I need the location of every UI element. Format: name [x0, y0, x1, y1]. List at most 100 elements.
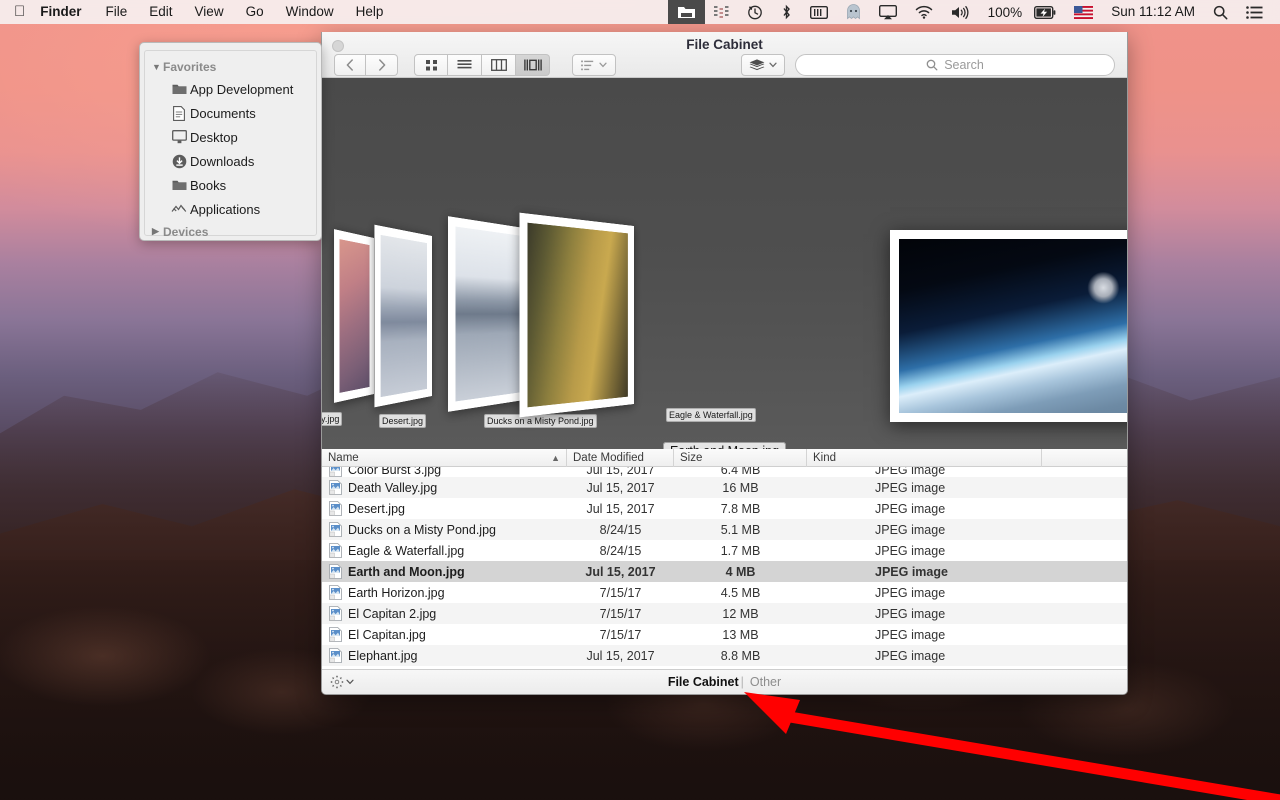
battery-percentage[interactable]: 100% — [979, 5, 1026, 20]
table-row[interactable]: Earth and Moon.jpgJul 15, 20174 MBJPEG i… — [322, 561, 1127, 582]
table-row[interactable]: El Capitan 2.jpg7/15/1712 MBJPEG image — [322, 603, 1127, 624]
table-row[interactable]: Desert.jpgJul 15, 20177.8 MBJPEG image — [322, 498, 1127, 519]
file-name-cell: Earth Horizon.jpg — [322, 585, 567, 600]
finder-toolbar: Search — [322, 52, 1127, 78]
file-size-cell: 16 MB — [674, 481, 807, 495]
menu-help[interactable]: Help — [345, 0, 395, 24]
menu-edit[interactable]: Edit — [138, 0, 183, 24]
menu-file[interactable]: File — [95, 0, 139, 24]
battery-drive-icon[interactable] — [801, 0, 837, 24]
file-date-cell: Jul 15, 2017 — [567, 502, 674, 516]
finder-sidebar-panel: ▼ Favorites App Development Documents De… — [139, 42, 322, 241]
file-name-cell: El Capitan 2.jpg — [322, 606, 567, 621]
disclosure-triangle-down-icon[interactable]: ▼ — [152, 62, 163, 72]
file-size-cell: 5.1 MB — [674, 523, 807, 537]
table-row[interactable]: Death Valley.jpgJul 15, 201716 MBJPEG im… — [322, 477, 1127, 498]
search-input[interactable]: Search — [795, 54, 1115, 76]
column-header-date-modified[interactable]: Date Modified — [567, 449, 674, 467]
file-kind-cell: JPEG image — [807, 649, 1042, 663]
macos-menu-bar:  Finder File Edit View Go Window Help — [0, 0, 1280, 24]
table-row[interactable]: Ducks on a Misty Pond.jpg8/24/155.1 MBJP… — [322, 519, 1127, 540]
sidebar-item-desktop[interactable]: Desktop — [145, 125, 316, 149]
table-row[interactable]: Earth Horizon.jpg7/15/174.5 MBJPEG image — [322, 582, 1127, 603]
file-date-cell: 8/24/15 — [567, 544, 674, 558]
file-size-cell: 1.7 MB — [674, 544, 807, 558]
jpeg-file-icon — [329, 467, 342, 477]
icon-view-button[interactable] — [414, 54, 448, 76]
file-name-cell: Color Burst 3.jpg — [322, 467, 567, 477]
file-name-label: Death Valley.jpg — [348, 481, 437, 495]
sidebar-section-label: Devices — [163, 225, 208, 239]
table-row[interactable]: Elephant.jpgJul 15, 20178.8 MBJPEG image — [322, 645, 1127, 666]
coverflow-selected-filename: Earth and Moon.jpg — [663, 442, 786, 449]
equalizer-icon[interactable] — [705, 0, 738, 24]
menu-go[interactable]: Go — [235, 0, 275, 24]
file-name-label: El Capitan 2.jpg — [348, 607, 436, 621]
list-view-button[interactable] — [448, 54, 482, 76]
menu-app-name[interactable]: Finder — [38, 0, 94, 24]
file-kind-cell: JPEG image — [807, 586, 1042, 600]
wifi-icon[interactable] — [906, 0, 942, 24]
jpeg-file-icon — [329, 585, 342, 600]
jpeg-file-icon — [329, 501, 342, 516]
airplay-icon[interactable] — [870, 0, 906, 24]
menu-view[interactable]: View — [184, 0, 235, 24]
stack-action-button[interactable] — [741, 54, 785, 76]
disclosure-triangle-right-icon[interactable]: ▶ — [152, 226, 163, 237]
arrange-by-button[interactable] — [572, 54, 616, 76]
window-title: File Cabinet — [322, 37, 1127, 52]
back-button[interactable] — [334, 54, 366, 76]
menu-window[interactable]: Window — [275, 0, 345, 24]
column-header-size[interactable]: Size — [674, 449, 807, 467]
menu-bar-clock[interactable]: Sun 11:12 AM — [1102, 0, 1204, 24]
folder-icon[interactable] — [668, 0, 705, 24]
file-kind-cell: JPEG image — [807, 607, 1042, 621]
battery-charging-icon[interactable] — [1025, 0, 1065, 24]
column-header-kind[interactable]: Kind — [807, 449, 1042, 467]
column-view-button[interactable] — [482, 54, 516, 76]
file-kind-cell: JPEG image — [807, 523, 1042, 537]
forward-button[interactable] — [366, 54, 398, 76]
file-list[interactable]: Color Burst 3.jpgJul 15, 20176.4 MBJPEG … — [322, 467, 1127, 669]
applications-icon — [168, 203, 190, 215]
apple-logo-icon[interactable]:  — [0, 0, 38, 24]
sidebar-item-downloads[interactable]: Downloads — [145, 149, 316, 173]
jpeg-file-icon — [329, 522, 342, 537]
file-kind-cell: JPEG image — [807, 628, 1042, 642]
path-separator: | — [739, 675, 746, 689]
sidebar-item-documents[interactable]: Documents — [145, 101, 316, 125]
chevron-down-icon — [769, 62, 777, 68]
sidebar-section-devices[interactable]: ▶ Devices — [145, 221, 316, 242]
coverflow-view-button[interactable] — [516, 54, 550, 76]
coverflow-selected-item[interactable] — [890, 230, 1127, 422]
sidebar-item-label: App Development — [190, 82, 293, 97]
downloads-icon — [168, 154, 190, 169]
volume-icon[interactable] — [942, 0, 979, 24]
file-name-cell: Eagle & Waterfall.jpg — [322, 543, 567, 558]
column-header-name[interactable]: Name ▲ — [322, 449, 567, 467]
menu-bar-status-items: 100% Sun 11:12 AM — [668, 0, 1280, 24]
ghost-icon[interactable] — [837, 0, 870, 24]
file-name-label: Ducks on a Misty Pond.jpg — [348, 523, 496, 537]
coverflow-item-eagle-waterfall[interactable]: Eagle & Waterfall.jpg — [504, 226, 634, 404]
time-machine-icon[interactable] — [738, 0, 772, 24]
file-size-cell: 13 MB — [674, 628, 807, 642]
notification-center-icon[interactable] — [1237, 0, 1272, 24]
table-row[interactable]: Eagle & Waterfall.jpg8/24/151.7 MBJPEG i… — [322, 540, 1127, 561]
thumbnail-desert — [381, 235, 427, 397]
file-name-label: Earth and Moon.jpg — [348, 565, 465, 579]
coverflow-view[interactable]: y.jpg Desert.jpg Ducks on a Misty Pond.j… — [322, 78, 1127, 449]
coverflow-item-desert[interactable]: Desert.jpg — [350, 236, 432, 396]
table-row[interactable]: Color Burst 3.jpgJul 15, 20176.4 MBJPEG … — [322, 467, 1127, 477]
toolbar-right-group: Search — [741, 54, 1115, 76]
thumbnail-earth-and-moon — [899, 239, 1127, 413]
sidebar-item-app-development[interactable]: App Development — [145, 77, 316, 101]
sidebar-item-applications[interactable]: Applications — [145, 197, 316, 221]
sidebar-section-favorites[interactable]: ▼ Favorites — [145, 56, 316, 77]
us-flag-icon[interactable] — [1065, 0, 1102, 24]
search-icon[interactable] — [1204, 0, 1237, 24]
table-row[interactable]: El Capitan.jpg7/15/1713 MBJPEG image — [322, 624, 1127, 645]
bluetooth-icon[interactable] — [772, 0, 801, 24]
stack-icon — [749, 59, 765, 72]
sidebar-item-books[interactable]: Books — [145, 173, 316, 197]
